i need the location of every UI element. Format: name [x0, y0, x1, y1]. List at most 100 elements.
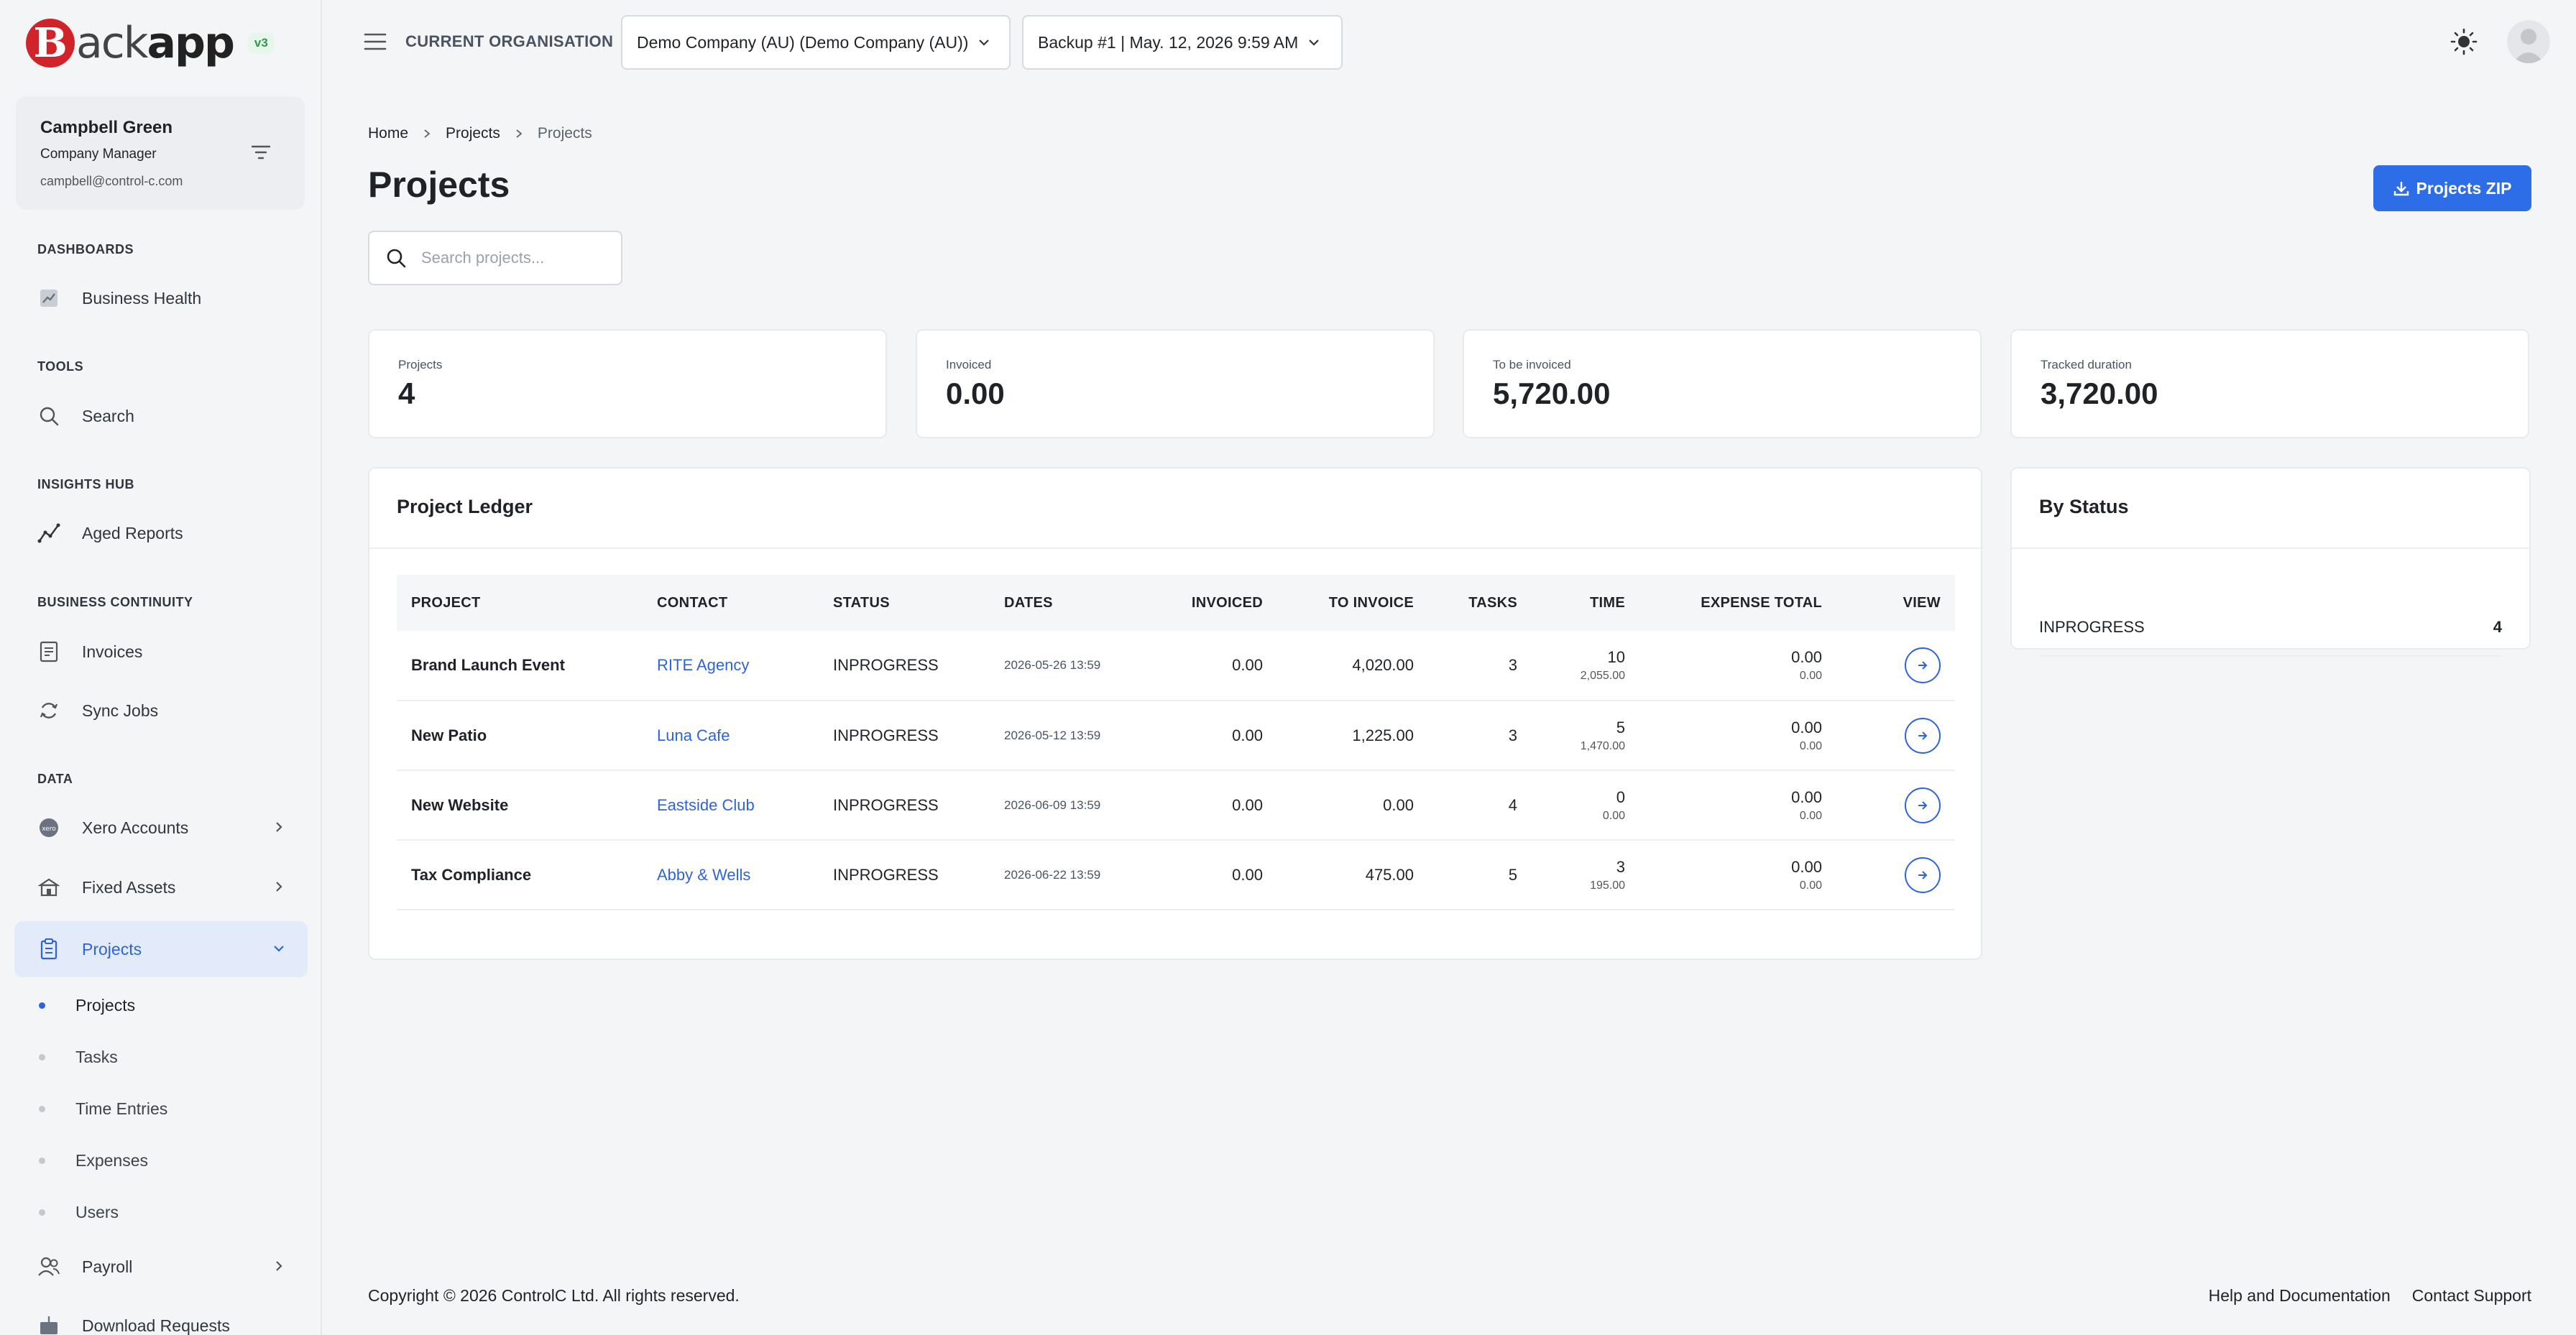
cell-expense: 0.00 0.00: [1639, 770, 1836, 840]
column-header[interactable]: DATES: [990, 575, 1162, 631]
trend-icon: [37, 522, 60, 545]
project-ledger-panel: Project Ledger PROJECT CONTACT STATUS DA…: [368, 467, 1982, 960]
sidebar-item-aged-reports[interactable]: Aged Reports: [14, 505, 308, 561]
expense-total: 0.00: [1791, 857, 1822, 876]
user-avatar-icon: [2513, 29, 2544, 63]
time-amount: 0.00: [1602, 809, 1625, 822]
view-button[interactable]: [1905, 647, 1941, 683]
panel-title: By Status: [2039, 496, 2129, 517]
contact-link[interactable]: RITE Agency: [643, 631, 819, 701]
stat-card-projects: Projects 4: [368, 329, 887, 438]
view-button[interactable]: [1905, 787, 1941, 823]
cell-status: INPROGRESS: [833, 865, 939, 884]
menu-icon[interactable]: [364, 32, 387, 52]
chart-icon: [37, 287, 60, 310]
sidebar-item-label: Download Requests: [82, 1316, 230, 1335]
column-header[interactable]: STATUS: [819, 575, 990, 631]
sidebar-sub-label: Expenses: [75, 1150, 149, 1170]
contact-link[interactable]: Luna Cafe: [643, 701, 819, 770]
sidebar-sub-label: Users: [75, 1202, 119, 1221]
column-header[interactable]: EXPENSE TOTAL: [1639, 575, 1836, 631]
sidebar-sub-tasks[interactable]: Tasks: [39, 1039, 118, 1075]
view-button[interactable]: [1905, 717, 1941, 754]
chevron-right-icon: [424, 129, 431, 138]
sidebar-item-label: Payroll: [82, 1257, 133, 1276]
time-amount: 1,470.00: [1580, 739, 1625, 752]
backup-select[interactable]: Backup #1 | May. 12, 2026 9:59 AM: [1022, 15, 1343, 70]
users-icon: [37, 1255, 60, 1278]
organisation-select[interactable]: Demo Company (AU) (Demo Company (AU)): [621, 15, 1011, 70]
building-icon: [37, 876, 60, 899]
stat-value: 0.00: [946, 377, 1005, 410]
sidebar-item-xero-accounts[interactable]: xero Xero Accounts: [14, 800, 308, 856]
stat-card-tracked-duration: Tracked duration 3,720.00: [2010, 329, 2529, 438]
sidebar: B ackapp v3 Campbell Green Company Manag…: [0, 0, 322, 1335]
cell-tasks: 3: [1508, 726, 1517, 744]
expense-total: 0.00: [1791, 648, 1822, 666]
column-header[interactable]: PROJECT: [397, 575, 643, 631]
backup-select-value: Backup #1 | May. 12, 2026 9:59 AM: [1038, 32, 1299, 52]
sidebar-item-payroll[interactable]: Payroll: [14, 1239, 308, 1295]
column-header[interactable]: TIME: [1532, 575, 1639, 631]
stat-label: Tracked duration: [2041, 358, 2132, 371]
cell-project: Brand Launch Event: [411, 656, 565, 674]
arrow-right-icon: [1918, 661, 1928, 670]
contact-link[interactable]: Eastside Club: [643, 770, 819, 840]
time-hours: 3: [1616, 857, 1625, 876]
version-badge: v3: [247, 32, 275, 54]
avatar[interactable]: [2507, 20, 2550, 63]
view-button[interactable]: [1905, 856, 1941, 893]
projects-zip-button[interactable]: Projects ZIP: [2373, 165, 2531, 211]
expense-sub: 0.00: [1799, 879, 1822, 892]
organisation-select-value: Demo Company (AU) (Demo Company (AU)): [637, 32, 969, 52]
table-row: New Patio Luna Cafe INPROGRESS 2026-05-1…: [397, 701, 1955, 770]
chevron-right-icon: [276, 882, 282, 892]
breadcrumb-home[interactable]: Home: [368, 125, 408, 142]
search-projects-input[interactable]: [421, 249, 608, 267]
column-header[interactable]: CONTACT: [643, 575, 819, 631]
invoice-icon: [37, 640, 60, 663]
stat-value: 5,720.00: [1493, 377, 1611, 410]
help-documentation-link[interactable]: Help and Documentation: [2209, 1286, 2391, 1306]
bullet-dot: [39, 1157, 45, 1164]
column-header[interactable]: TO INVOICE: [1277, 575, 1428, 631]
cell-expense: 0.00 0.00: [1639, 840, 1836, 910]
sidebar-sub-users[interactable]: Users: [39, 1194, 119, 1230]
sidebar-item-label: Invoices: [82, 642, 143, 661]
sidebar-item-sync-jobs[interactable]: Sync Jobs: [14, 683, 308, 739]
sidebar-sub-label: Projects: [75, 995, 136, 1015]
column-header[interactable]: TASKS: [1428, 575, 1532, 631]
sidebar-item-invoices[interactable]: Invoices: [14, 624, 308, 680]
sun-icon[interactable]: [2450, 27, 2478, 56]
status-row: INPROGRESS 4: [2039, 599, 2502, 657]
contact-link[interactable]: Abby & Wells: [643, 840, 819, 910]
stat-value: 4: [398, 377, 415, 410]
sidebar-item-download-requests[interactable]: Download Requests: [14, 1298, 308, 1335]
breadcrumb-projects[interactable]: Projects: [446, 125, 500, 142]
section-business-continuity: BUSINESS CONTINUITY: [37, 595, 193, 609]
sidebar-item-fixed-assets[interactable]: Fixed Assets: [14, 859, 308, 915]
sidebar-sub-expenses[interactable]: Expenses: [39, 1142, 148, 1178]
status-count: 4: [2493, 618, 2502, 636]
sidebar-sub-projects[interactable]: Projects: [39, 987, 135, 1023]
cell-status: INPROGRESS: [833, 726, 939, 744]
sidebar-item-projects[interactable]: Projects: [14, 921, 308, 977]
table-row: New Website Eastside Club INPROGRESS 202…: [397, 770, 1955, 840]
sidebar-sub-time-entries[interactable]: Time Entries: [39, 1091, 167, 1127]
contact-support-link[interactable]: Contact Support: [2412, 1286, 2531, 1306]
arrow-right-icon: [1918, 870, 1928, 879]
time-amount: 2,055.00: [1580, 670, 1625, 682]
sidebar-item-label: Fixed Assets: [82, 877, 176, 897]
column-header[interactable]: INVOICED: [1162, 575, 1277, 631]
user-card: Campbell Green Company Manager campbell@…: [16, 96, 305, 210]
time-hours: 0: [1616, 787, 1625, 806]
cell-status: INPROGRESS: [833, 795, 939, 814]
filter-icon[interactable]: [250, 144, 272, 161]
sidebar-item-search[interactable]: Search: [14, 388, 308, 444]
sidebar-item-business-health[interactable]: Business Health: [14, 270, 308, 326]
cell-time: 10 2,055.00: [1532, 631, 1639, 701]
projects-zip-label: Projects ZIP: [2416, 178, 2512, 198]
cell-to-invoice: 475.00: [1365, 865, 1414, 884]
cell-status: INPROGRESS: [833, 656, 939, 674]
logo[interactable]: B ackapp v3: [26, 17, 275, 69]
